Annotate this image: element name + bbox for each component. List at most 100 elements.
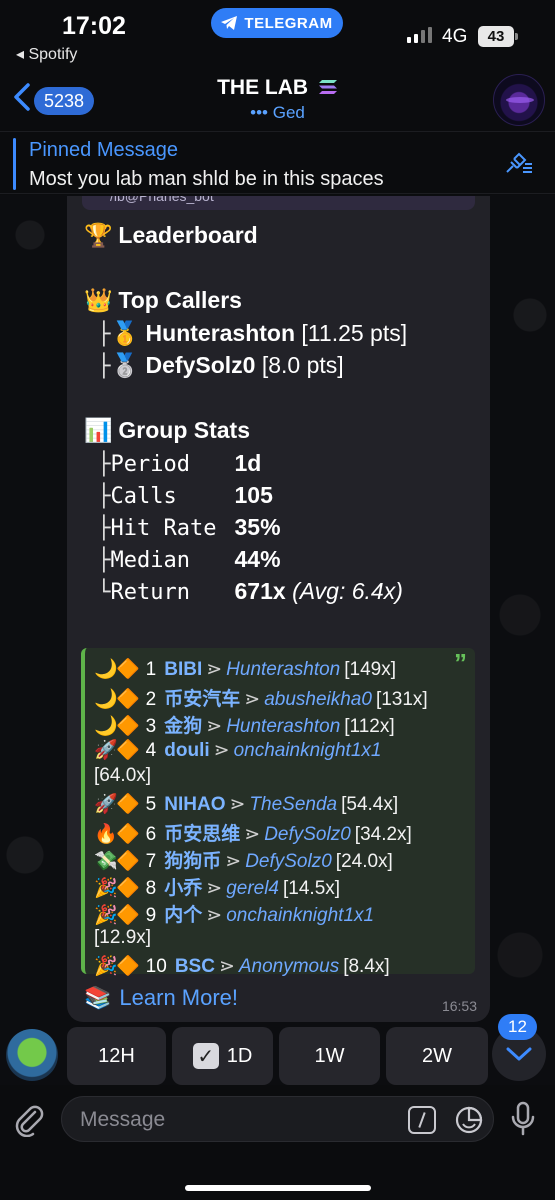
multiplier: [12.9x]	[94, 927, 152, 948]
microphone-icon[interactable]	[510, 1101, 536, 1137]
rank-number: 10	[145, 956, 167, 977]
ranking-row: 🎉🔶 8 小乔 ⋗ gerel4 [14.5x]	[94, 873, 340, 900]
token-link[interactable]: 内个	[164, 905, 202, 926]
caller-link[interactable]: DefySolz0	[245, 851, 332, 872]
token-link[interactable]: BIBI	[164, 659, 202, 680]
diamond-icon: 🔶	[116, 716, 140, 737]
attach-icon[interactable]	[12, 1103, 46, 1137]
pinned-message-bar[interactable]: Pinned Message Most you lab man shld be …	[0, 131, 555, 194]
sender-avatar[interactable]	[6, 1029, 58, 1081]
multiplier: [14.5x]	[283, 878, 341, 899]
rank-number: 3	[145, 716, 157, 737]
multiplier: [149x]	[344, 659, 397, 680]
token-link[interactable]: douli	[164, 740, 209, 761]
token-link[interactable]: 金狗	[164, 716, 202, 737]
caller-link[interactable]: Hunterashton	[226, 659, 340, 680]
rank-emoji-icon: 🚀	[94, 740, 118, 761]
group-stats-heading: 📊 Group Stats	[84, 417, 251, 443]
rank-emoji-icon: 🌙	[94, 716, 118, 737]
caller-link[interactable]: gerel4	[226, 878, 279, 899]
stat-row: ├Hit Rate 35%	[84, 514, 281, 541]
telegram-pill[interactable]: TELEGRAM	[211, 8, 343, 38]
signal-icon	[407, 27, 432, 43]
multiplier: [64.0x]	[94, 765, 152, 786]
bot-commands-icon[interactable]	[408, 1106, 436, 1134]
rank-emoji-icon: 🌙	[94, 689, 118, 710]
status-bar: 17:02 ◂ Spotify TELEGRAM 4G 43	[0, 0, 555, 70]
timeframe-2w-button[interactable]: 2W	[386, 1027, 488, 1085]
token-link[interactable]: NIHAO	[164, 794, 225, 815]
unread-count-badge: 12	[498, 1014, 537, 1040]
timeframe-1d-button[interactable]: ✓ 1D	[172, 1027, 273, 1085]
message-bubble[interactable]: /lb@Phanes_bot 🏆 Leaderboard 👑 Top Calle…	[67, 196, 490, 1022]
composer-bar: Message	[0, 1085, 555, 1200]
diamond-icon: 🔶	[116, 905, 140, 926]
token-link[interactable]: 币安汽车	[164, 689, 240, 710]
timeframe-1w-button[interactable]: 1W	[279, 1027, 380, 1085]
reply-preview[interactable]: /lb@Phanes_bot	[82, 196, 475, 210]
chat-header: 5238 THE LAB ••• Ged	[0, 70, 555, 130]
caller-link[interactable]: DefySolz0	[264, 824, 351, 845]
ranking-row: 🚀🔶 4 douli ⋗ onchainknight1x1	[94, 738, 381, 762]
multiplier: [54.4x]	[341, 794, 399, 815]
ranking-row: 🌙🔶 3 金狗 ⋗ Hunterashton [112x]	[94, 711, 395, 738]
telegram-pill-label: TELEGRAM	[244, 14, 333, 32]
ranking-row: 🔥🔶 6 币安思维 ⋗ DefySolz0 [34.2x]	[94, 819, 412, 846]
pinned-list-icon[interactable]	[503, 152, 533, 176]
rank-number: 6	[145, 824, 157, 845]
token-link[interactable]: 币安思维	[164, 824, 240, 845]
solana-icon	[318, 80, 337, 94]
sticker-icon[interactable]	[455, 1106, 483, 1134]
arrow-separator: ⋗	[206, 659, 223, 680]
ranking-row: 🎉🔶 9 内个 ⋗ onchainknight1x1	[94, 900, 374, 927]
checkmark-icon: ✓	[192, 1043, 219, 1069]
diamond-icon: 🔶	[116, 956, 140, 977]
rank-number: 5	[145, 794, 157, 815]
pinned-indicator	[13, 138, 16, 190]
back-to-app-link[interactable]: ◂ Spotify	[16, 44, 77, 64]
group-avatar[interactable]	[493, 74, 545, 126]
rank-number: 2	[145, 689, 157, 710]
caller-link[interactable]: abusheikha0	[264, 689, 372, 710]
caller-link[interactable]: Anonymous	[239, 956, 339, 977]
arrow-separator: ⋗	[225, 851, 242, 872]
rank-number: 4	[145, 740, 157, 761]
caller-link[interactable]: onchainknight1x1	[234, 740, 382, 761]
stat-row: ├Median 44%	[84, 546, 281, 573]
ranking-row: 🎉🔶 10 BSC ⋗ Anonymous [8.4x]	[94, 954, 390, 978]
rank-emoji-icon: 🎉	[94, 905, 118, 926]
learn-more-link[interactable]: 📚 Learn More!	[84, 985, 238, 1011]
bar-chart-icon: 📊	[84, 417, 113, 443]
caller-row: ├🥇 Hunterashton [11.25 pts]	[84, 320, 408, 347]
message-input[interactable]: Message	[61, 1096, 494, 1142]
diamond-icon: 🔶	[116, 878, 140, 899]
caller-link[interactable]: Hunterashton	[226, 716, 340, 737]
crown-icon: 👑	[84, 287, 113, 313]
diamond-icon: 🔶	[116, 794, 140, 815]
rank-number: 8	[145, 878, 157, 899]
silver-medal-icon: 🥈	[110, 352, 140, 378]
chat-title[interactable]: THE LAB	[0, 76, 555, 100]
arrow-separator: ⋗	[218, 956, 235, 977]
multiplier: [131x]	[375, 689, 428, 710]
ranking-row: 💸🔶 7 狗狗币 ⋗ DefySolz0 [24.0x]	[94, 846, 393, 873]
pinned-title: Pinned Message	[29, 139, 178, 161]
rank-number: 9	[145, 905, 157, 926]
top-callers-heading: 👑 Top Callers	[84, 287, 242, 313]
stat-row: ├Calls 105	[84, 482, 273, 509]
caller-link[interactable]: onchainknight1x1	[226, 905, 374, 926]
caller-link[interactable]: TheSenda	[249, 794, 337, 815]
rank-emoji-icon: 🌙	[94, 659, 118, 680]
multiplier: [8.4x]	[343, 956, 390, 977]
token-link[interactable]: 狗狗币	[164, 851, 221, 872]
token-link[interactable]: 小乔	[164, 878, 202, 899]
network-type: 4G	[442, 26, 468, 47]
timeframe-12h-button[interactable]: 12H	[67, 1027, 166, 1085]
rank-number: 1	[145, 659, 157, 680]
arrow-separator: ⋗	[229, 794, 246, 815]
battery-icon: 43	[478, 26, 518, 47]
token-link[interactable]: BSC	[175, 956, 215, 977]
ranking-row: 🌙🔶 2 币安汽车 ⋗ abusheikha0 [131x]	[94, 684, 428, 711]
multiplier: [24.0x]	[335, 851, 393, 872]
diamond-icon: 🔶	[116, 851, 140, 872]
